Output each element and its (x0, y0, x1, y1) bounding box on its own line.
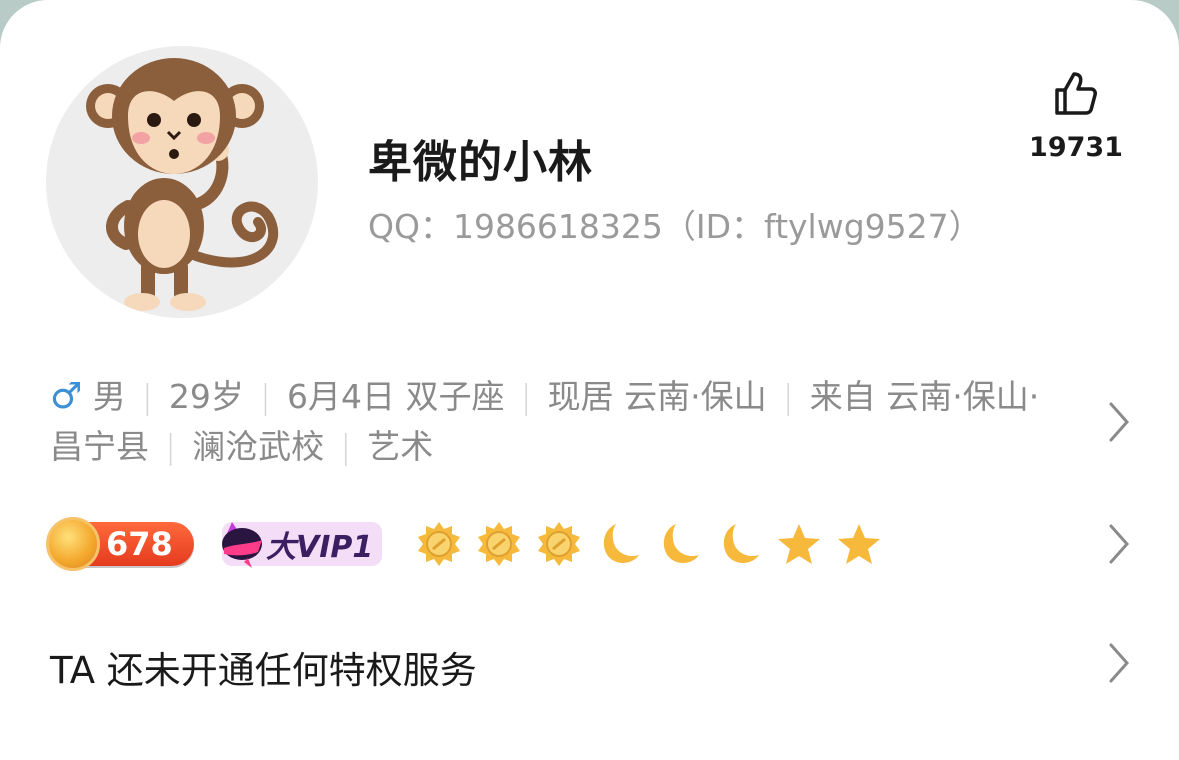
divider: | (340, 427, 352, 466)
vip-logo-icon (222, 522, 262, 568)
star-icon (778, 524, 820, 564)
level-icons (416, 521, 882, 567)
like-button[interactable]: 19731 (1026, 70, 1126, 163)
qq-level-value: 678 (106, 525, 173, 563)
vip-label: 大VIP1 (266, 530, 374, 565)
thumbs-up-icon (1055, 72, 1097, 115)
occupation: 艺术 (367, 427, 434, 466)
chevron-right-icon[interactable] (1105, 641, 1133, 685)
divider: | (520, 377, 532, 416)
moon-icon (603, 524, 639, 564)
like-count: 19731 (1029, 132, 1123, 163)
divider: | (259, 377, 272, 416)
chevron-right-icon[interactable] (1105, 522, 1133, 566)
male-icon: ♂ (50, 376, 83, 417)
coin-icon (46, 517, 100, 571)
age: 29岁 (168, 377, 244, 416)
chevron-right-icon[interactable] (1105, 400, 1133, 444)
sun-icon (478, 522, 520, 566)
moon-icon (723, 524, 759, 564)
privilege-status[interactable]: TA 还未开通任何特权服务 (50, 640, 477, 694)
sun-icon (538, 522, 580, 566)
badges-row[interactable]: 678 大VIP1 (46, 517, 882, 571)
birthday-zodiac: 6月4日 双子座 (287, 377, 505, 416)
profile-info[interactable]: ♂ 男 | 29岁 | 6月4日 双子座 | 现居 云南·保山 | 来自 云南·保山·昌宁县 | 澜… (50, 372, 1040, 472)
monkey-avatar-icon (86, 58, 279, 311)
divider: | (165, 427, 177, 466)
gender: 男 (92, 377, 126, 416)
moon-icon (663, 524, 699, 564)
qq-level-badge: 678 (46, 517, 194, 571)
vip-badge: 大VIP1 (222, 522, 382, 568)
residence: 现居 云南·保山 (547, 377, 767, 416)
sun-icon (418, 522, 460, 566)
star-icon (838, 524, 880, 564)
profile-card: 卑微的小林 QQ：1986618325（ID：ftylwg9527） 19731… (0, 0, 1179, 760)
divider: | (141, 377, 153, 416)
avatar[interactable] (46, 46, 318, 318)
divider: | (782, 377, 794, 416)
school: 澜沧武校 (192, 427, 325, 466)
qq-id-line: QQ：1986618325（ID：ftylwg9527） (368, 207, 982, 246)
nickname: 卑微的小林 (368, 137, 593, 188)
